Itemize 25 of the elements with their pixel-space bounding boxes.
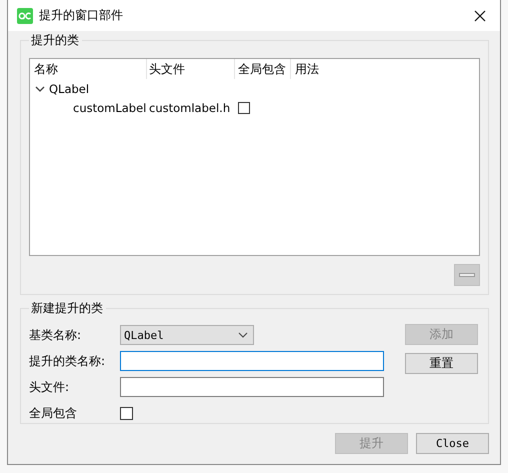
column-header[interactable]: 名称 <box>30 59 147 79</box>
dialog-button[interactable]: Close <box>416 433 489 454</box>
chevron-icon[interactable] <box>35 84 45 94</box>
input-field[interactable] <box>120 351 384 371</box>
checkbox[interactable] <box>120 406 133 420</box>
field-label: 提升的类名称: <box>29 352 106 370</box>
minus-icon <box>459 273 475 277</box>
field-label: 基类名称: <box>29 326 82 344</box>
field-label: 全局包含 <box>29 404 78 422</box>
column-header[interactable]: 全局包含 <box>235 59 291 79</box>
field-label: 头文件: <box>29 378 70 396</box>
tree-item[interactable]: customLabel <box>30 100 147 114</box>
table-cell-text: customlabel.h <box>148 100 232 114</box>
chevron-down-icon <box>238 332 248 338</box>
action-button[interactable]: 重置 <box>405 353 478 374</box>
input-field[interactable] <box>120 377 384 397</box>
column-header[interactable]: 头文件 <box>147 59 235 79</box>
checkbox[interactable] <box>238 102 250 114</box>
window-title: 提升的窗口部件 <box>39 7 124 24</box>
group-title: 提升的类 <box>29 32 82 49</box>
base-class-dropdown[interactable]: QLabel <box>120 325 254 345</box>
tree-item[interactable]: QLabel <box>49 82 90 96</box>
app-logo-icon <box>17 8 33 24</box>
column-header[interactable]: 用法 <box>291 59 479 79</box>
group-title: 新建提升的类 <box>29 300 106 317</box>
